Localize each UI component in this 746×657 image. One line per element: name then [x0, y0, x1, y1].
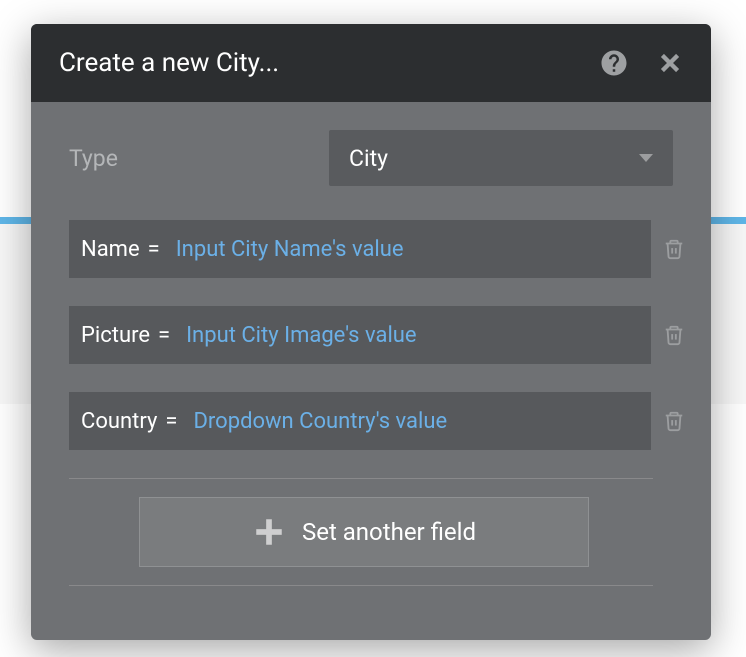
field-value[interactable]: Input City Name's value	[170, 237, 639, 262]
field-box[interactable]: Name = Input City Name's value	[69, 220, 651, 278]
type-label: Type	[69, 145, 329, 172]
equals-sign: =	[150, 323, 180, 348]
dialog-header: Create a new City...	[31, 24, 711, 102]
plus-icon	[252, 515, 286, 549]
field-value[interactable]: Input City Image's value	[180, 323, 639, 348]
chevron-down-icon	[639, 154, 653, 162]
divider	[69, 478, 653, 479]
type-row: Type City	[69, 130, 693, 186]
field-row-country: Country = Dropdown Country's value	[69, 392, 693, 450]
set-another-field-button[interactable]: Set another field	[139, 497, 589, 567]
close-icon[interactable]	[657, 50, 683, 76]
equals-sign: =	[157, 409, 187, 434]
help-icon[interactable]	[599, 48, 629, 78]
type-select-value: City	[349, 145, 639, 172]
add-button-label: Set another field	[302, 518, 476, 546]
create-dialog: Create a new City... Type City Name = In…	[31, 24, 711, 640]
dialog-title: Create a new City...	[59, 48, 571, 78]
trash-icon[interactable]	[655, 408, 693, 434]
field-label: Country	[81, 409, 157, 434]
field-label: Picture	[81, 323, 150, 348]
field-box[interactable]: Picture = Input City Image's value	[69, 306, 651, 364]
field-row-picture: Picture = Input City Image's value	[69, 306, 693, 364]
divider	[69, 585, 653, 586]
field-box[interactable]: Country = Dropdown Country's value	[69, 392, 651, 450]
equals-sign: =	[140, 237, 170, 262]
trash-icon[interactable]	[655, 236, 693, 262]
field-label: Name	[81, 237, 140, 262]
field-value[interactable]: Dropdown Country's value	[187, 409, 639, 434]
field-row-name: Name = Input City Name's value	[69, 220, 693, 278]
trash-icon[interactable]	[655, 322, 693, 348]
dialog-body: Type City Name = Input City Name's value	[31, 102, 711, 620]
type-select[interactable]: City	[329, 130, 673, 186]
